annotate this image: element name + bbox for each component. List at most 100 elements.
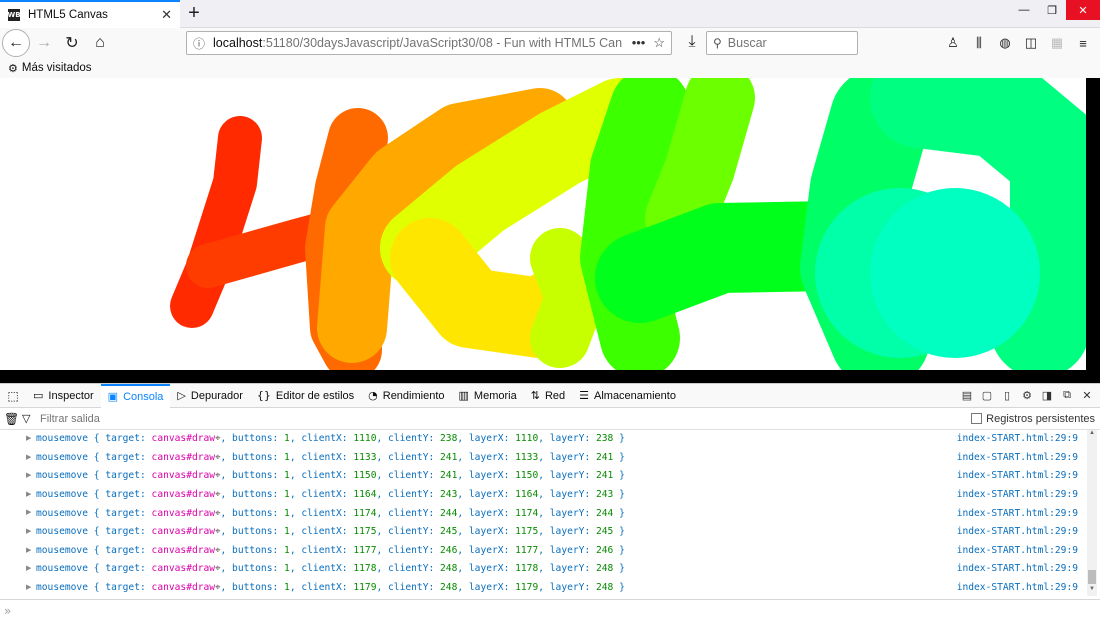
stroke-l1-top (645, 78, 755, 253)
library-icon: ⫼ (976, 35, 982, 50)
frame-select-icon[interactable]: ▢ (978, 387, 996, 405)
log-message: mousemove { target: canvas#draw⌖, button… (36, 563, 625, 575)
bookmark-star-icon[interactable]: ☆ (653, 35, 665, 51)
console-input-row: » (0, 599, 1100, 621)
menu-button[interactable]: ≡ (1070, 29, 1096, 57)
tab-label: Depurador (190, 389, 243, 402)
devtools-controls: ▤ ▢ ▯ ⚙ ◨ ⧉ ✕ (958, 387, 1100, 405)
tab-storage[interactable]: ☰ Almacenamiento (572, 384, 683, 408)
dock-side-icon[interactable]: ◨ (1038, 387, 1056, 405)
forward-button[interactable]: → (30, 29, 58, 57)
forward-arrow-icon: → (36, 34, 52, 51)
expand-arrow-icon[interactable]: ▶ (26, 490, 31, 498)
log-source-link[interactable]: index-START.html:29:9 (957, 489, 1078, 500)
persist-logs-checkbox[interactable] (971, 413, 983, 424)
console-log-row[interactable]: ▶ mousemove { target: canvas#draw⌖, butto… (0, 560, 1100, 579)
tab-close-icon[interactable]: ✕ (161, 7, 172, 23)
new-tab-button[interactable]: + (180, 0, 208, 27)
expand-arrow-icon[interactable]: ▶ (26, 583, 31, 591)
persist-logs-label: Registros persistentes (986, 412, 1095, 425)
url-path: :51180/30daysJavascript/JavaScript30/08 … (262, 36, 623, 50)
clear-console-icon[interactable]: 🗑 (4, 412, 22, 426)
separate-window-icon[interactable]: ⧉ (1058, 387, 1076, 405)
canvas-strokes (170, 78, 1100, 370)
console-log-row[interactable]: ▶ mousemove { target: canvas#draw⌖, butto… (0, 504, 1100, 523)
library-button[interactable]: ⫼ (966, 29, 992, 57)
tab-console[interactable]: ▣ Consola (100, 383, 171, 408)
tab-memory[interactable]: ▥ Memoria (452, 384, 524, 408)
extension-icon: ▦ (1050, 35, 1064, 50)
scroll-up-icon[interactable]: ▲ (1087, 430, 1097, 440)
element-picker-icon[interactable]: ⬚ (0, 384, 26, 408)
minimize-button[interactable]: — (1010, 0, 1038, 20)
expand-arrow-icon[interactable]: ▶ (26, 564, 31, 572)
filter-output-input[interactable] (40, 412, 340, 425)
log-source-link[interactable]: index-START.html:29:9 (957, 545, 1078, 556)
log-message: mousemove { target: canvas#draw⌖, button… (36, 544, 625, 556)
page-actions-icon[interactable]: ••• (632, 35, 646, 51)
browser-tab[interactable]: WB HTML5 Canvas ✕ (0, 0, 180, 28)
addon-button[interactable]: ◍ (992, 29, 1018, 57)
expand-arrow-icon[interactable]: ▶ (26, 453, 31, 461)
console-icon: ▣ (107, 390, 119, 403)
log-source-link[interactable]: index-START.html:29:9 (957, 470, 1078, 481)
drawing-canvas[interactable] (0, 78, 1100, 370)
navigation-toolbar: ← → ↻ ⌂ ⓘ localhost:51180/30daysJavascri… (0, 28, 1100, 58)
scroll-down-icon[interactable]: ▼ (1087, 586, 1097, 596)
log-source-link[interactable]: index-START.html:29:9 (957, 582, 1078, 593)
close-window-button[interactable]: ✕ (1066, 0, 1100, 20)
console-scrollbar[interactable]: ▲ ▼ (1087, 430, 1097, 596)
expand-arrow-icon[interactable]: ▶ (26, 546, 31, 554)
expand-arrow-icon[interactable]: ▶ (26, 508, 31, 516)
extension-button[interactable]: ▦ (1044, 29, 1070, 57)
log-source-link[interactable]: index-START.html:29:9 (957, 452, 1078, 463)
tab-style-editor[interactable]: {} Editor de estilos (250, 384, 361, 408)
log-source-link[interactable]: index-START.html:29:9 (957, 433, 1078, 444)
expand-arrow-icon[interactable]: ▶ (26, 527, 31, 535)
log-source-link[interactable]: index-START.html:29:9 (957, 508, 1078, 519)
console-log-row[interactable]: ▶ mousemove { target: canvas#draw⌖, butto… (0, 579, 1100, 596)
settings-gear-icon[interactable]: ⚙ (1018, 387, 1036, 405)
console-log-row[interactable]: ▶ mousemove { target: canvas#draw⌖, butto… (0, 523, 1100, 542)
restore-button[interactable]: ❐ (1038, 0, 1066, 20)
pocket-button[interactable]: ♙ (940, 29, 966, 57)
canvas-horizontal-scrollbar[interactable] (0, 370, 1100, 383)
persist-logs-toggle[interactable]: Registros persistentes (971, 413, 1100, 425)
search-bar[interactable]: ⚲ (706, 31, 858, 55)
bookmark-most-visited[interactable]: Más visitados (22, 62, 92, 74)
console-log-row[interactable]: ▶ mousemove { target: canvas#draw⌖, butto… (0, 449, 1100, 468)
info-icon[interactable]: ⓘ (193, 35, 205, 52)
scrollbar-thumb[interactable] (1088, 570, 1096, 584)
back-button[interactable]: ← (2, 29, 30, 57)
console-log-row[interactable]: ▶ mousemove { target: canvas#draw⌖, butto… (0, 542, 1100, 561)
home-button[interactable]: ⌂ (86, 29, 114, 57)
split-console-icon[interactable]: ▤ (958, 387, 976, 405)
url-host: localhost (213, 36, 263, 50)
log-source-link[interactable]: index-START.html:29:9 (957, 563, 1078, 574)
close-devtools-icon[interactable]: ✕ (1078, 387, 1096, 405)
reload-button[interactable]: ↻ (58, 29, 86, 57)
url-text[interactable]: localhost:51180/30daysJavascript/JavaScr… (213, 36, 624, 50)
search-input[interactable] (727, 36, 848, 50)
console-log-row[interactable]: ▶ mousemove { target: canvas#draw⌖, butto… (0, 467, 1100, 486)
tab-label: Consola (123, 390, 164, 403)
window-controls: — ❐ ✕ (1010, 0, 1100, 20)
downloads-button[interactable]: ⤓ (678, 28, 706, 56)
console-log-row[interactable]: ▶ mousemove { target: canvas#draw⌖, butto… (0, 486, 1100, 505)
tab-debugger[interactable]: ▷ Depurador (170, 384, 249, 408)
console-input[interactable] (17, 604, 918, 617)
responsive-mode-icon[interactable]: ▯ (998, 387, 1016, 405)
log-source-link[interactable]: index-START.html:29:9 (957, 526, 1078, 537)
console-log-row[interactable]: ▶ mousemove { target: canvas#draw⌖, butto… (0, 430, 1100, 449)
tab-inspector[interactable]: ▭ Inspector (26, 384, 101, 408)
tab-performance[interactable]: ◔ Rendimiento (361, 384, 451, 408)
url-bar[interactable]: ⓘ localhost:51180/30daysJavascript/JavaS… (186, 31, 672, 55)
canvas-vertical-scrollbar[interactable] (1086, 78, 1100, 370)
expand-arrow-icon[interactable]: ▶ (26, 471, 31, 479)
devtools-tabbar: ⬚ ▭ Inspector ▣ Consola ▷ Depurador {} Edito… (0, 383, 1100, 408)
hamburger-menu-icon: ≡ (1079, 35, 1087, 51)
expand-arrow-icon[interactable]: ▶ (26, 434, 31, 442)
tab-network[interactable]: ⇅ Red (524, 384, 572, 408)
back-arrow-icon: ← (8, 34, 24, 51)
sidebar-button[interactable]: ◫ (1018, 29, 1044, 57)
